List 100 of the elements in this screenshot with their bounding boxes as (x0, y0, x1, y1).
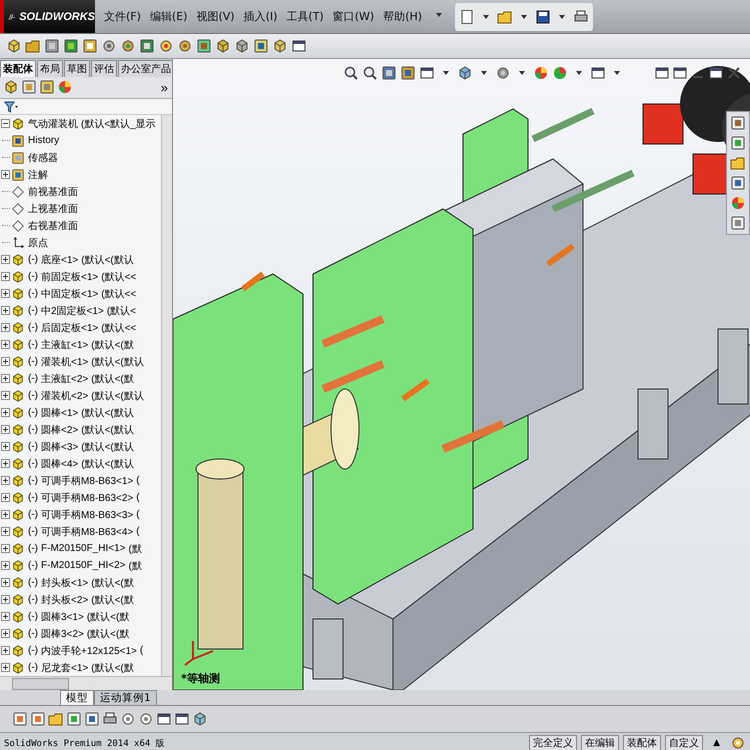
tool-icon[interactable] (400, 65, 416, 81)
menu-item[interactable]: 编辑(E) (150, 9, 188, 24)
tool-icon[interactable] (66, 711, 82, 727)
appearance-icon[interactable] (730, 195, 746, 211)
tool-icon[interactable] (253, 38, 269, 54)
menu-item[interactable]: 窗口(W) (332, 9, 374, 24)
tree-item-label[interactable]: 可调手柄M8-B63<1> (41, 474, 134, 488)
expand-toggle[interactable] (1, 595, 10, 604)
tree-item-label[interactable]: 圆棒3<2> (41, 626, 84, 641)
tool-icon[interactable] (48, 711, 64, 727)
tool-icon[interactable] (192, 711, 208, 727)
tool-icon[interactable] (177, 38, 193, 54)
tree-item-label[interactable]: 灌装机<1> (41, 354, 88, 369)
tool-icon[interactable] (291, 38, 307, 54)
expand-panel-button[interactable]: » (160, 80, 168, 95)
tool-icon[interactable] (63, 38, 79, 54)
tree-item-label[interactable]: History (28, 135, 60, 146)
tree-item-label[interactable]: 封头板<2> (41, 592, 88, 607)
expand-toggle[interactable] (1, 255, 10, 264)
command-tab[interactable]: 装配体 (0, 60, 36, 77)
tool-icon[interactable] (139, 38, 155, 54)
display-icon[interactable] (57, 79, 73, 96)
tool-icon[interactable] (138, 711, 154, 727)
save-icon[interactable] (535, 8, 552, 24)
tool-icon[interactable] (82, 38, 98, 54)
tool-icon[interactable] (30, 711, 46, 727)
tree-item-label[interactable]: 注解 (28, 168, 48, 182)
expand-toggle[interactable] (1, 578, 10, 588)
expand-toggle[interactable] (1, 323, 10, 332)
tree-item-label[interactable]: 原点 (28, 236, 48, 250)
model-tab[interactable]: 运动算例1 (94, 690, 157, 705)
expand-toggle[interactable] (1, 289, 10, 298)
zoom-to-fit-icon[interactable] (343, 65, 359, 81)
tree-item-label[interactable]: 前视基准面 (28, 184, 78, 199)
tool-icon[interactable] (120, 711, 136, 727)
tree-item-label[interactable]: 中固定板<1> (41, 286, 98, 301)
tool-icon[interactable] (381, 65, 397, 81)
tree-item-label[interactable]: 圆棒3<1> (41, 610, 84, 624)
tool-icon[interactable] (272, 38, 288, 54)
tree-item-label[interactable]: 灌装机<2> (41, 388, 88, 403)
expand-toggle[interactable] (1, 493, 10, 502)
tree-item-label[interactable]: 主液缸<2> (41, 372, 88, 386)
expand-toggle[interactable] (1, 340, 10, 350)
feature-tree-icon[interactable] (3, 79, 19, 96)
scene-icon[interactable] (552, 65, 568, 81)
menu-item[interactable]: 文件(F) (104, 9, 141, 24)
tool-icon[interactable] (101, 38, 117, 54)
menu-item[interactable]: 视图(V) (196, 9, 235, 24)
tool-icon[interactable] (234, 38, 250, 54)
tree-item-label[interactable]: 后固定板<1> (41, 320, 98, 335)
status-arrow[interactable]: ▲ (713, 738, 720, 748)
tree-item-label[interactable]: 尼龙套<1> (41, 660, 88, 675)
expand-toggle[interactable] (1, 544, 10, 554)
expand-toggle[interactable] (1, 170, 10, 180)
expand-toggle[interactable] (1, 425, 10, 434)
menu-item[interactable]: 插入(I) (244, 9, 278, 24)
menu-item[interactable]: 工具(T) (286, 9, 324, 24)
expand-toggle[interactable] (1, 663, 10, 672)
tool-icon[interactable] (6, 38, 22, 54)
tree-item-label[interactable]: 封头板<1> (41, 576, 88, 590)
filter-icon[interactable] (3, 98, 19, 115)
scrollbar[interactable] (161, 115, 172, 676)
appearance-icon[interactable] (533, 65, 549, 81)
tree-item-label[interactable]: F-M20150F_HI<2> (41, 560, 126, 572)
tree-item-label[interactable]: 主液缸<1> (41, 338, 88, 352)
folder-icon[interactable] (730, 155, 746, 171)
expand-toggle[interactable] (1, 374, 10, 384)
open-folder-icon[interactable] (497, 8, 514, 24)
tree-item-label[interactable]: 可调手柄M8-B63<2> (41, 490, 134, 505)
tool-icon[interactable] (174, 711, 190, 727)
command-tab[interactable]: 办公室产品 (118, 60, 172, 77)
tree-item-label[interactable]: 圆棒<3> (41, 440, 78, 454)
tree-item-label[interactable]: 气动灌装机 (28, 116, 78, 131)
tree-item-label[interactable]: 右视基准面 (28, 218, 78, 233)
restore-icon[interactable] (708, 65, 724, 81)
expand-toggle[interactable] (1, 391, 10, 400)
tool-icon[interactable] (12, 711, 28, 727)
expand-toggle[interactable] (1, 646, 10, 656)
tree-item-label[interactable]: 内波手轮+12x125<1> (41, 644, 137, 658)
tool-icon[interactable] (120, 38, 136, 54)
expand-toggle[interactable] (1, 510, 10, 520)
tool-icon[interactable] (215, 38, 231, 54)
cube-icon[interactable] (457, 65, 473, 81)
tool-icon[interactable] (196, 38, 212, 54)
expand-toggle[interactable] (1, 442, 10, 452)
horizontal-scrollbar[interactable] (0, 676, 172, 690)
tool-icon[interactable] (44, 38, 60, 54)
tree-item-label[interactable]: 传感器 (28, 150, 58, 165)
tree-item-label[interactable]: 可调手柄M8-B63<3> (41, 508, 134, 522)
menu-item[interactable]: 帮助(H) (383, 9, 422, 24)
tree-item-label[interactable]: 圆棒<2> (41, 422, 78, 437)
expand-toggle[interactable] (1, 527, 10, 536)
tree-item-label[interactable]: 上视基准面 (28, 202, 78, 216)
expand-toggle[interactable] (1, 357, 10, 366)
tree-item-label[interactable]: 中2固定板<1> (41, 304, 104, 318)
zoom-area-icon[interactable] (362, 65, 378, 81)
expand-toggle[interactable] (1, 476, 10, 486)
tree-item-label[interactable]: F-M20150F_HI<1> (41, 543, 126, 554)
close-icon[interactable] (726, 65, 742, 81)
new-document-icon[interactable] (459, 8, 476, 24)
